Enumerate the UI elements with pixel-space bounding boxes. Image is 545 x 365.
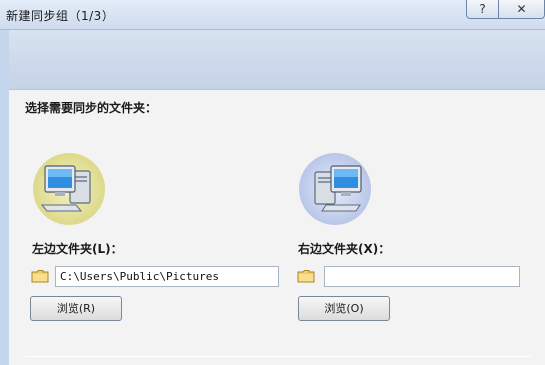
title-bar[interactable]: 新建同步组（1/3） ? ✕ <box>0 0 545 30</box>
right-computer-icon <box>299 153 371 225</box>
wizard-banner <box>9 30 545 90</box>
help-button[interactable]: ? <box>466 0 499 19</box>
close-button[interactable]: ✕ <box>498 0 545 19</box>
left-folder-icon <box>31 270 49 283</box>
right-folder-path-input[interactable] <box>324 266 520 287</box>
left-folder-label: 左边文件夹(L)： <box>32 242 123 256</box>
left-computer-icon <box>33 153 105 225</box>
right-browse-button[interactable]: 浏览(O) <box>298 296 390 321</box>
footer-divider <box>25 356 531 357</box>
right-folder-label: 右边文件夹(X)： <box>298 242 391 256</box>
window-title: 新建同步组（1/3） <box>6 9 115 23</box>
instruction-text: 选择需要同步的文件夹： <box>25 101 158 115</box>
wizard-content: 选择需要同步的文件夹： 左边文件夹(L)： 右边文件夹(X)： C:\Users… <box>9 30 545 365</box>
help-icon: ? <box>479 2 486 16</box>
close-icon: ✕ <box>516 2 527 16</box>
right-folder-icon <box>297 270 315 283</box>
left-folder-path-input[interactable] <box>55 266 279 287</box>
left-browse-button[interactable]: 浏览(R) <box>30 296 122 321</box>
window-frame: 选择需要同步的文件夹： 左边文件夹(L)： 右边文件夹(X)： C:\Users… <box>0 30 545 365</box>
